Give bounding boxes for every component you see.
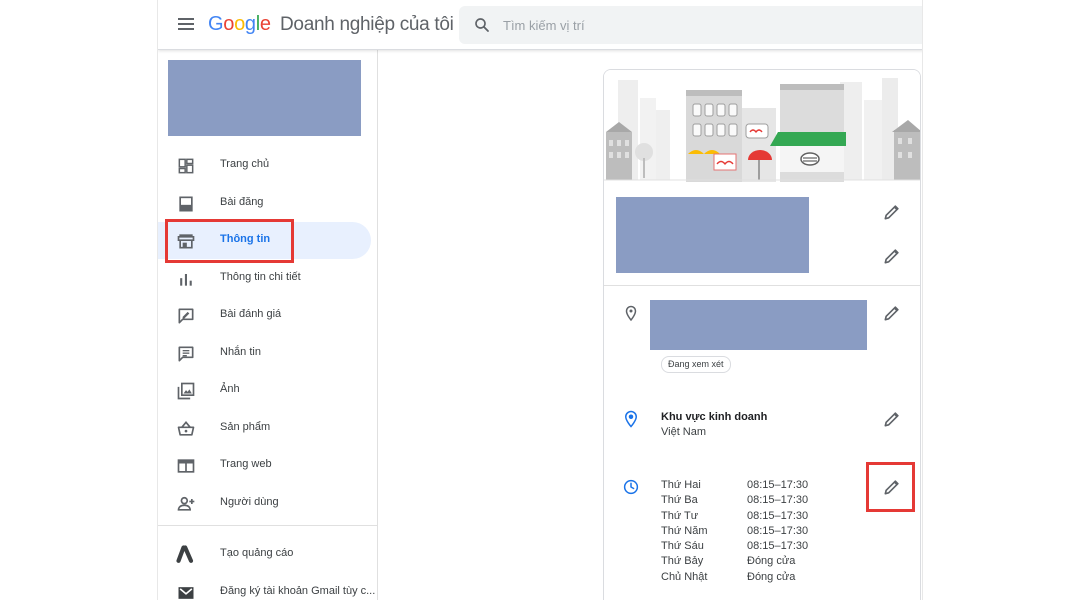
edit-pencil-icon[interactable] [882, 303, 902, 323]
hours-day: Thứ Năm [661, 524, 708, 537]
edit-pencil-icon[interactable] [882, 409, 902, 429]
hours-day: Thứ Hai [661, 479, 701, 491]
service-area-icon [624, 410, 638, 428]
search-input[interactable] [503, 15, 883, 35]
web-icon [177, 459, 195, 473]
hours-row: Thứ Sáu 08:15–17:30 [661, 540, 861, 555]
sidebar-item-label: Đăng ký tài khoản Gmail tùy c... [220, 585, 376, 597]
logo-letter: e [259, 13, 271, 35]
section-divider [604, 285, 920, 286]
search-bar[interactable] [459, 6, 922, 44]
sidebar-item-label: Trang chủ [220, 158, 270, 170]
rate-review-icon [178, 308, 194, 324]
sidebar-item-label: Nhắn tin [220, 346, 261, 358]
sidebar-divider [158, 525, 377, 526]
sidebar-item-products[interactable]: Sản phẩm [158, 410, 371, 447]
bar-chart-icon [180, 274, 192, 286]
hours-row: Thứ Bảy Đóng cửa [661, 555, 861, 570]
sidebar-item-gmail[interactable]: Đăng ký tài khoản Gmail tùy c... [158, 574, 375, 600]
sidebar-item-label: Thông tin chi tiết [220, 271, 301, 283]
sidebar-item-messaging[interactable]: Nhắn tin [158, 335, 371, 372]
message-icon [178, 346, 194, 362]
status-badge: Đang xem xét [661, 356, 731, 373]
edit-pencil-icon[interactable] [882, 246, 902, 266]
gmail-icon [178, 587, 194, 599]
hours-time: Đóng cửa [747, 555, 796, 568]
address-redacted [650, 300, 867, 350]
top-app-bar: Google Doanh nghiệp của tôi [158, 0, 922, 50]
opening-hours: Thứ Hai 08:15–17:30 Thứ Ba 08:15–17:30 Thứ… [661, 479, 861, 586]
hours-time: 08:15–17:30 [747, 509, 809, 522]
business-name-redacted [616, 197, 809, 273]
sidebar: Trang chủ Bài đăng Thông tin Thông tin c… [158, 50, 378, 600]
hours-row: Thứ Tư 08:15–17:30 [661, 510, 861, 525]
logo-letter: G [208, 13, 224, 35]
hours-row: Chủ Nhật Đóng cửa [661, 571, 861, 586]
sidebar-item-website[interactable]: Trang web [158, 447, 371, 484]
sidebar-item-posts[interactable]: Bài đăng [158, 185, 371, 222]
storefront-illustration-svg [604, 70, 920, 182]
location-pin-icon [625, 305, 637, 322]
sidebar-item-users[interactable]: Người dùng [158, 485, 371, 522]
hours-row: Thứ Năm 08:15–17:30 [661, 525, 861, 540]
product-name: Doanh nghiệp của tôi [280, 14, 454, 35]
hours-day: Chủ Nhật [661, 570, 708, 583]
hours-day: Thứ Ba [661, 494, 698, 507]
storefront-icon [177, 234, 195, 249]
hours-day: Thứ Sáu [661, 540, 704, 553]
edit-hours-pencil-icon[interactable] [882, 477, 902, 497]
sidebar-item-label: Thông tin [220, 233, 271, 245]
sidebar-item-insights[interactable]: Thông tin chi tiết [158, 260, 371, 297]
sidebar-item-label: Ảnh [220, 383, 240, 395]
business-info-card: Đang xem xét Khu vực kinh doanh Việt Nam… [603, 69, 921, 600]
person-add-icon [177, 496, 195, 511]
sidebar-item-label: Sản phẩm [220, 421, 271, 433]
clock-icon [623, 479, 639, 495]
edit-pencil-icon[interactable] [882, 202, 902, 222]
basket-icon [177, 421, 195, 436]
sidebar-item-label: Bài đăng [220, 196, 264, 208]
sidebar-item-label: Tạo quảng cáo [220, 547, 294, 559]
logo-letter: o [223, 13, 235, 35]
business-name-redacted[interactable] [168, 60, 361, 136]
hours-time: 08:15–17:30 [747, 524, 809, 537]
storefront-illustration [604, 70, 920, 182]
dashboard-icon [178, 158, 194, 174]
sidebar-item-info[interactable]: Thông tin [158, 222, 371, 259]
hours-row: Thứ Hai 08:15–17:30 [661, 479, 861, 494]
sidebar-item-label: Trang web [220, 458, 272, 470]
sidebar-item-label: Bài đánh giá [220, 308, 282, 320]
hours-day: Thứ Bảy [661, 555, 704, 568]
menu-icon[interactable] [176, 15, 196, 35]
logo-letter: o [234, 13, 245, 35]
sidebar-item-home[interactable]: Trang chủ [158, 147, 371, 184]
service-area-title: Khu vực kinh doanh [661, 411, 768, 423]
google-ads-icon [176, 545, 194, 563]
sidebar-item-create-ad[interactable]: Tạo quảng cáo [158, 536, 371, 573]
hours-day: Thứ Tư [661, 509, 699, 522]
hours-time: 08:15–17:30 [747, 479, 809, 491]
service-area-value: Việt Nam [661, 426, 707, 438]
sidebar-item-reviews[interactable]: Bài đánh giá [158, 297, 371, 334]
app-frame: Google Doanh nghiệp của tôi Trang chủ Bà… [157, 0, 923, 600]
sidebar-item-photos[interactable]: Ảnh [158, 372, 371, 409]
app-logo[interactable]: Google Doanh nghiệp của tôi [208, 13, 454, 36]
hours-row: Thứ Ba 08:15–17:30 [661, 494, 861, 509]
photo-icon [177, 382, 195, 400]
search-icon[interactable] [473, 16, 491, 34]
hours-time: 08:15–17:30 [747, 494, 809, 507]
sidebar-item-label: Người dùng [220, 496, 279, 508]
post-icon [179, 196, 193, 212]
hours-time: Đóng cửa [747, 570, 796, 583]
hours-time: 08:15–17:30 [747, 540, 809, 553]
logo-letter: g [244, 13, 256, 35]
